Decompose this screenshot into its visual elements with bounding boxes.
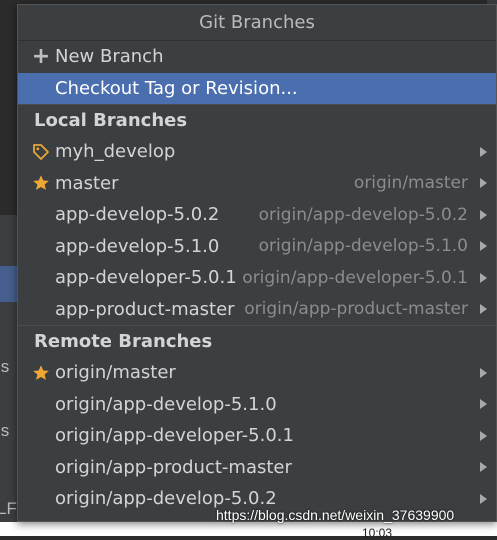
remote-branch-item[interactable]: origin/app-product-master [18, 452, 496, 484]
local-branches-header: Local Branches [18, 104, 496, 136]
submenu-arrow-icon [480, 462, 487, 473]
branch-name: master [55, 172, 119, 194]
remote-branch-item[interactable]: origin/master [18, 357, 496, 389]
branch-name: app-develop-5.0.2 [55, 204, 220, 226]
tracking-branch: origin/app-develop-5.1.0 [258, 236, 468, 257]
new-branch-action[interactable]: + New Branch [18, 41, 496, 73]
ide-background-left: is is LF [0, 0, 18, 536]
submenu-arrow-icon [480, 399, 487, 410]
star-icon [32, 364, 50, 382]
submenu-arrow-icon [480, 367, 487, 378]
editor-text-fragment: is [0, 421, 10, 440]
branch-name: origin/master [55, 362, 176, 384]
star-icon [32, 174, 50, 192]
submenu-arrow-icon [480, 272, 487, 283]
tracking-branch: origin/app-develop-5.0.2 [258, 204, 468, 225]
branch-name: app-develop-5.1.0 [55, 235, 220, 257]
taskbar: 10:03 [0, 522, 497, 540]
remote-branch-item[interactable]: origin/app-developer-5.0.1 [18, 420, 496, 452]
git-branches-popup: Git Branches + New Branch Checkout Tag o… [17, 4, 497, 522]
remote-branches-header: Remote Branches [18, 325, 496, 357]
submenu-arrow-icon [480, 241, 487, 252]
branch-name: origin/app-product-master [55, 456, 292, 478]
remote-branch-item[interactable]: origin/app-develop-5.1.0 [18, 389, 496, 421]
tag-icon [32, 143, 50, 161]
branch-name: origin/app-develop-5.1.0 [55, 393, 277, 415]
submenu-arrow-icon [480, 146, 487, 157]
checkout-tag-or-revision-action[interactable]: Checkout Tag or Revision... [18, 72, 496, 104]
local-branch-item[interactable]: app-develop-5.0.2 origin/app-develop-5.0… [18, 199, 496, 231]
branch-name: origin/app-developer-5.0.1 [55, 425, 294, 447]
local-branch-item[interactable]: master origin/master [18, 168, 496, 200]
action-label: New Branch [55, 46, 164, 68]
action-label: Checkout Tag or Revision... [55, 77, 298, 99]
branch-name: app-developer-5.0.1 [55, 267, 237, 289]
status-bar-fragment: LF [0, 499, 17, 518]
local-branch-item[interactable]: app-product-master origin/app-product-ma… [18, 294, 496, 326]
highlighted-line [0, 266, 18, 302]
submenu-arrow-icon [480, 430, 487, 441]
editor-text-fragment: is [0, 357, 10, 376]
submenu-arrow-icon [480, 178, 487, 189]
local-branch-item[interactable]: app-develop-5.1.0 origin/app-develop-5.1… [18, 231, 496, 263]
tracking-branch: origin/master [353, 173, 468, 194]
local-branch-item[interactable]: myh_develop [18, 136, 496, 168]
tracking-branch: origin/app-developer-5.0.1 [242, 267, 468, 288]
popup-title: Git Branches [18, 5, 496, 41]
local-branch-item[interactable]: app-developer-5.0.1 origin/app-developer… [18, 262, 496, 294]
editor-area [0, 0, 18, 215]
branch-name: myh_develop [55, 141, 176, 163]
submenu-arrow-icon [480, 304, 487, 315]
submenu-arrow-icon [480, 209, 487, 220]
submenu-arrow-icon [480, 493, 487, 504]
watermark: https://blog.csdn.net/weixin_37639900 [216, 507, 455, 523]
branch-name: app-product-master [55, 298, 235, 320]
tracking-branch: origin/app-product-master [244, 299, 468, 320]
plus-icon: + [31, 43, 51, 69]
clock: 10:03 [362, 526, 393, 540]
